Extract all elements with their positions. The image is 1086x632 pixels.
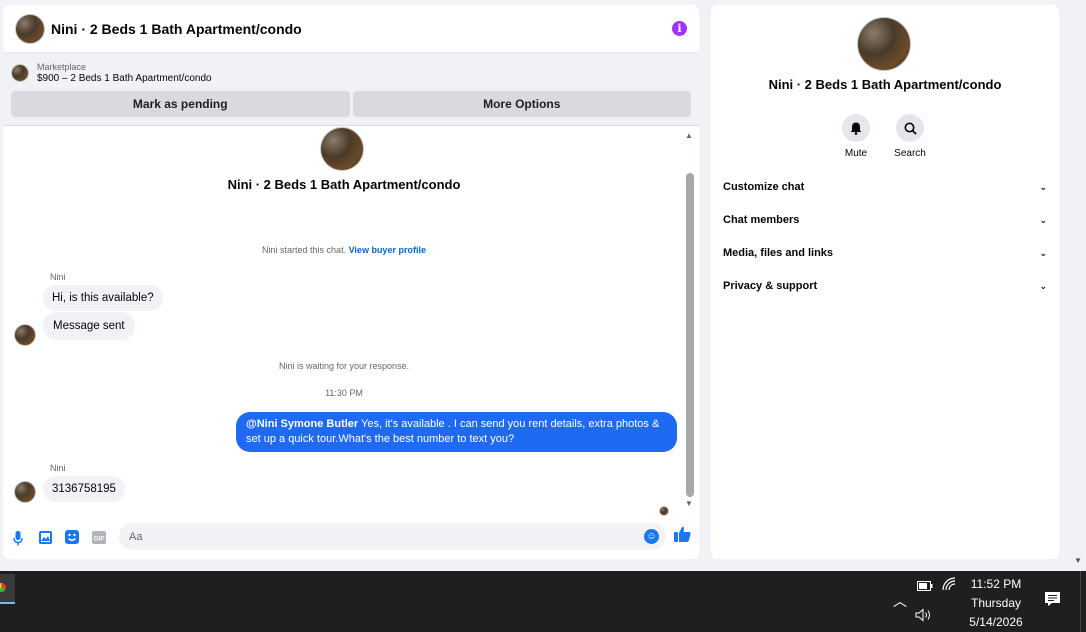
volume-icon[interactable] (915, 608, 933, 625)
section-chat-members[interactable]: Chat members ⌄ (723, 210, 1047, 230)
marketplace-bar: Marketplace $900 – 2 Beds 1 Bath Apartme… (3, 53, 699, 126)
chat-header: Nini · 2 Beds 1 Bath Apartment/condo i (3, 5, 699, 53)
gif-icon[interactable]: GIF (92, 530, 106, 544)
info-icon[interactable]: i (672, 21, 687, 36)
message-list: Nini · 2 Beds 1 Bath Apartment/condo Nin… (3, 127, 685, 517)
chevron-down-icon: ⌄ (1039, 181, 1047, 192)
sender-name: Nini (50, 463, 66, 473)
chat-panel: Nini · 2 Beds 1 Bath Apartment/condo i M… (3, 5, 699, 559)
chat-started-notice: Nini started this chat. View buyer profi… (3, 245, 685, 255)
mute-label: Mute (844, 148, 868, 159)
mention[interactable]: @Nini Symone Butler (246, 418, 358, 430)
search-action[interactable]: Search (890, 114, 930, 159)
clock-day: Thursday (970, 596, 1022, 610)
scrollbar-thumb[interactable] (686, 173, 694, 497)
clock-date: 5/14/2026 (969, 615, 1023, 629)
sender-avatar[interactable] (14, 481, 36, 503)
chat-details-panel: Nini · 2 Beds 1 Bath Apartment/condo Mut… (711, 5, 1059, 559)
section-customize-chat[interactable]: Customize chat ⌄ (723, 177, 1047, 197)
show-desktop-button[interactable] (1080, 571, 1086, 632)
system-clock[interactable]: 11:52 PM Thursday 5/14/2026 (960, 575, 1032, 632)
chevron-up-icon[interactable]: ︿ (893, 591, 907, 611)
section-media-files-links[interactable]: Media, files and links ⌄ (723, 243, 1047, 263)
marketplace-actions: Mark as pending More Options (11, 91, 691, 117)
view-buyer-profile-link[interactable]: View buyer profile (349, 245, 426, 255)
section-label: Customize chat (723, 181, 805, 193)
battery-icon[interactable] (917, 579, 933, 594)
taskbar-app-button[interactable] (0, 574, 15, 604)
notification-icon[interactable] (1044, 591, 1061, 612)
marketplace-info[interactable]: Marketplace $900 – 2 Beds 1 Bath Apartme… (11, 59, 691, 87)
microphone-icon[interactable] (12, 530, 24, 546)
message-input[interactable]: Aa (119, 523, 666, 550)
conversation-avatar (320, 127, 364, 171)
emoji-icon[interactable]: ☺ (644, 529, 659, 544)
outgoing-message[interactable]: @Nini Symone Butler Yes, it's available … (236, 412, 677, 452)
wifi-icon[interactable] (942, 577, 956, 594)
read-receipt-avatar (659, 506, 669, 516)
svg-text:GIF: GIF (94, 535, 105, 542)
scroll-up-arrow[interactable]: ▲ (685, 131, 693, 140)
section-label: Privacy & support (723, 280, 818, 292)
details-title: Nini · 2 Beds 1 Bath Apartment/condo (768, 77, 1002, 92)
message-timestamp: 11:30 PM (325, 388, 363, 398)
chevron-down-icon: ⌄ (1039, 247, 1047, 258)
sender-avatar[interactable] (14, 324, 36, 346)
more-options-button[interactable]: More Options (352, 91, 691, 117)
clock-time: 11:52 PM (970, 577, 1022, 591)
photo-icon[interactable] (38, 530, 52, 544)
thumbs-up-icon[interactable] (674, 526, 691, 547)
section-label: Media, files and links (723, 247, 834, 259)
mute-action[interactable]: Mute (836, 114, 876, 159)
taskbar: ︿ 11:52 PM Thursday 5/14/2026 (0, 571, 1086, 632)
chevron-down-icon: ⌄ (1039, 214, 1047, 225)
listing-summary: $900 – 2 Beds 1 Bath Apartment/condo (37, 73, 212, 84)
sticker-icon[interactable] (65, 530, 79, 544)
header-avatar[interactable] (15, 13, 45, 44)
scroll-down-arrow[interactable]: ▼ (685, 499, 693, 508)
marketplace-label: Marketplace (37, 62, 87, 72)
marketplace-text: Marketplace $900 – 2 Beds 1 Bath Apartme… (37, 61, 212, 85)
sender-name: Nini (50, 272, 66, 282)
page-scroll-down-arrow[interactable]: ▼ (1074, 556, 1082, 565)
chat-title[interactable]: Nini · 2 Beds 1 Bath Apartment/condo (51, 21, 302, 37)
incoming-message[interactable]: Hi, is this available? (43, 285, 163, 311)
search-label: Search (894, 148, 926, 159)
waiting-notice: Nini is waiting for your response. (278, 361, 410, 371)
conversation-title: Nini · 2 Beds 1 Bath Apartment/condo (227, 177, 461, 192)
composer: GIF Aa ☺ (3, 521, 699, 555)
incoming-message[interactable]: 3136758195 (43, 476, 125, 502)
bell-icon[interactable] (842, 114, 870, 142)
section-privacy-support[interactable]: Privacy & support ⌄ (723, 276, 1047, 296)
chat-started-text: Nini started this chat. (262, 245, 347, 255)
chrome-icon (0, 583, 6, 592)
section-label: Chat members (723, 214, 800, 226)
mark-pending-button[interactable]: Mark as pending (11, 91, 350, 117)
incoming-message[interactable]: Message sent (43, 312, 135, 340)
chevron-down-icon: ⌄ (1039, 280, 1047, 291)
search-icon[interactable] (896, 114, 924, 142)
details-avatar (857, 17, 911, 71)
listing-thumbnail (11, 64, 29, 82)
